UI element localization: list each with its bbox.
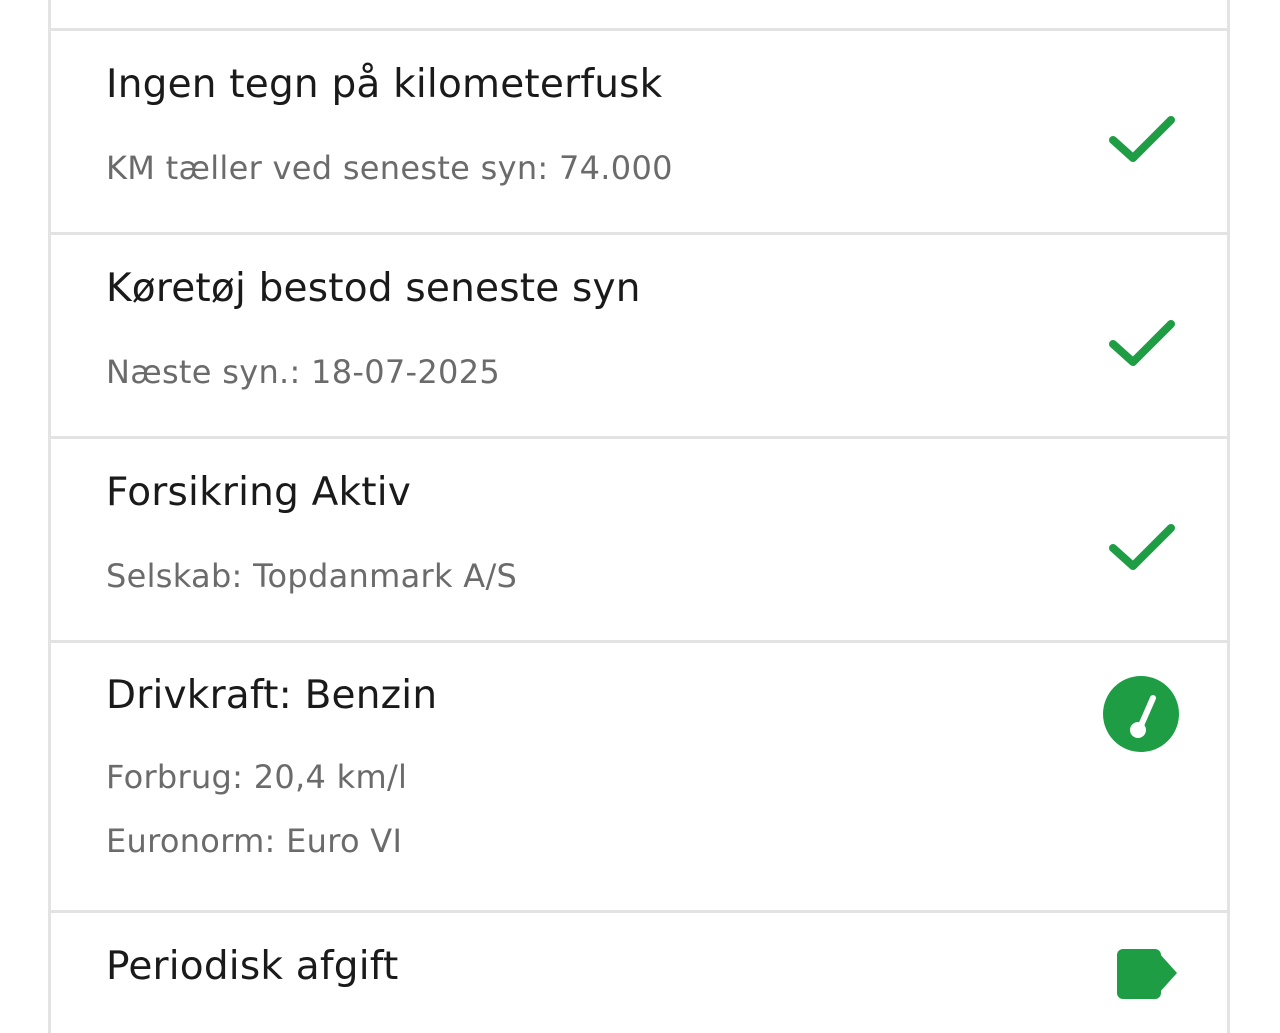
check-icon [1109, 524, 1175, 570]
check-icon [1109, 116, 1175, 162]
list-item-odometer[interactable]: Ingen tegn på kilometerfusk KM tæller ve… [48, 31, 1230, 235]
item-title: Periodisk afgift [106, 944, 399, 989]
list-item-partial-top [48, 0, 1230, 31]
item-detail: Selskab: Topdanmark A/S [106, 557, 518, 595]
list-item-periodic-tax[interactable]: Periodisk afgift [48, 913, 1230, 1033]
list-item-fuel[interactable]: Drivkraft: Benzin Forbrug: 20,4 km/l Eur… [48, 643, 1230, 913]
gauge-icon [1103, 676, 1179, 752]
item-title: Forsikring Aktiv [106, 470, 412, 515]
list-item-insurance[interactable]: Forsikring Aktiv Selskab: Topdanmark A/S [48, 439, 1230, 643]
item-detail-consumption: Forbrug: 20,4 km/l [106, 758, 408, 796]
arrow-icon [1117, 949, 1177, 999]
item-title: Ingen tegn på kilometerfusk [106, 62, 663, 107]
item-detail-euronorm: Euronorm: Euro VI [106, 822, 403, 860]
item-title: Køretøj bestod seneste syn [106, 266, 641, 311]
vehicle-status-list: Ingen tegn på kilometerfusk KM tæller ve… [48, 0, 1230, 1033]
item-detail: Næste syn.: 18-07-2025 [106, 353, 501, 391]
list-item-inspection[interactable]: Køretøj bestod seneste syn Næste syn.: 1… [48, 235, 1230, 439]
item-title: Drivkraft: Benzin [106, 673, 438, 718]
check-icon [1109, 320, 1175, 366]
item-detail: KM tæller ved seneste syn: 74.000 [106, 149, 673, 187]
